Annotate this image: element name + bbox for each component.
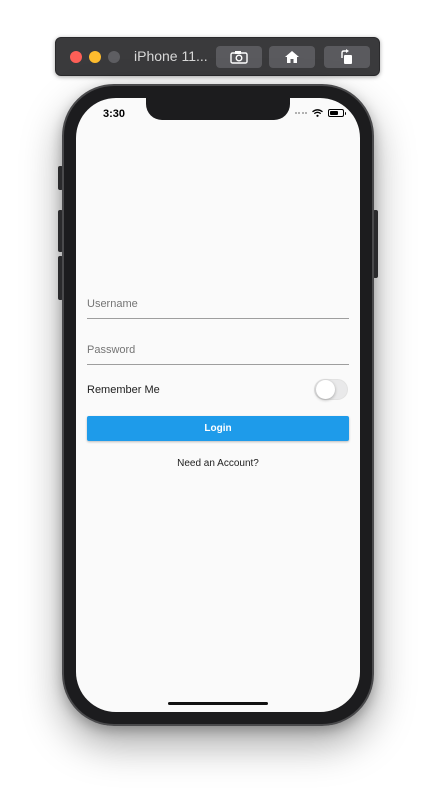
wifi-icon	[312, 109, 323, 117]
username-input[interactable]	[87, 298, 349, 310]
home-indicator[interactable]	[168, 702, 268, 705]
phone-screen: 3:30 Remember Me Login	[76, 98, 360, 712]
login-button[interactable]: Login	[87, 416, 349, 441]
battery-icon	[328, 109, 346, 117]
home-icon	[285, 51, 299, 63]
simulator-title: iPhone 11...	[134, 48, 208, 64]
rotate-button[interactable]	[324, 46, 370, 68]
toggle-knob	[316, 380, 335, 399]
remember-me-label: Remember Me	[87, 384, 160, 396]
password-input[interactable]	[87, 344, 349, 356]
remember-me-row: Remember Me	[87, 378, 349, 402]
window-close-button[interactable]	[70, 51, 82, 63]
need-account-link[interactable]: Need an Account?	[76, 458, 360, 469]
status-time: 3:30	[103, 108, 126, 120]
home-button[interactable]	[269, 46, 315, 68]
screenshot-button[interactable]	[216, 46, 262, 68]
rotate-icon	[341, 49, 352, 64]
status-icons	[294, 109, 346, 117]
window-maximize-button[interactable]	[108, 51, 120, 63]
signal-dots-icon	[294, 112, 307, 114]
username-field[interactable]	[87, 288, 349, 319]
simulator-toolbar: iPhone 11...	[55, 37, 380, 76]
remember-me-toggle[interactable]	[314, 379, 348, 400]
simulator-stage: iPhone 11... 3:30 Username Remember Me L…	[0, 0, 436, 800]
window-minimize-button[interactable]	[89, 51, 101, 63]
notch	[146, 98, 290, 120]
battery-level	[330, 111, 339, 115]
password-field[interactable]	[87, 334, 349, 365]
camera-icon	[230, 51, 248, 64]
